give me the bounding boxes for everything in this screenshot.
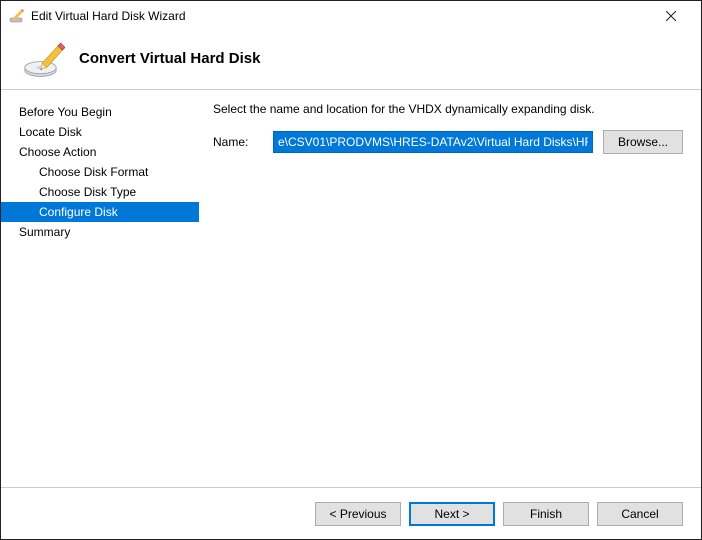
name-input[interactable]	[273, 131, 593, 153]
browse-button[interactable]: Browse...	[603, 130, 683, 154]
finish-button[interactable]: Finish	[503, 502, 589, 526]
titlebar: Edit Virtual Hard Disk Wizard	[1, 1, 701, 31]
cancel-button[interactable]: Cancel	[597, 502, 683, 526]
instruction-text: Select the name and location for the VHD…	[213, 102, 683, 116]
window-title: Edit Virtual Hard Disk Wizard	[31, 9, 649, 23]
app-icon	[9, 8, 25, 24]
name-label: Name:	[213, 135, 263, 149]
wizard-footer: < Previous Next > Finish Cancel	[1, 487, 701, 539]
previous-button[interactable]: < Previous	[315, 502, 401, 526]
nav-choose-action[interactable]: Choose Action	[1, 142, 199, 162]
next-button[interactable]: Next >	[409, 502, 495, 526]
wizard-header: Convert Virtual Hard Disk	[1, 31, 701, 89]
nav-locate-disk[interactable]: Locate Disk	[1, 122, 199, 142]
wizard-nav: Before You Begin Locate Disk Choose Acti…	[1, 90, 199, 487]
nav-before-you-begin[interactable]: Before You Begin	[1, 102, 199, 122]
close-button[interactable]	[649, 2, 693, 30]
nav-choose-disk-type[interactable]: Choose Disk Type	[1, 182, 199, 202]
wizard-window: Edit Virtual Hard Disk Wizard Convert Vi…	[0, 0, 702, 540]
close-icon	[666, 11, 676, 21]
nav-configure-disk[interactable]: Configure Disk	[1, 202, 199, 222]
nav-summary[interactable]: Summary	[1, 222, 199, 242]
name-row: Name: Browse...	[213, 130, 683, 154]
page-title: Convert Virtual Hard Disk	[79, 50, 260, 67]
wizard-body: Before You Begin Locate Disk Choose Acti…	[1, 90, 701, 487]
disk-pencil-icon	[23, 37, 65, 79]
nav-choose-disk-format[interactable]: Choose Disk Format	[1, 162, 199, 182]
wizard-content: Select the name and location for the VHD…	[199, 90, 701, 487]
